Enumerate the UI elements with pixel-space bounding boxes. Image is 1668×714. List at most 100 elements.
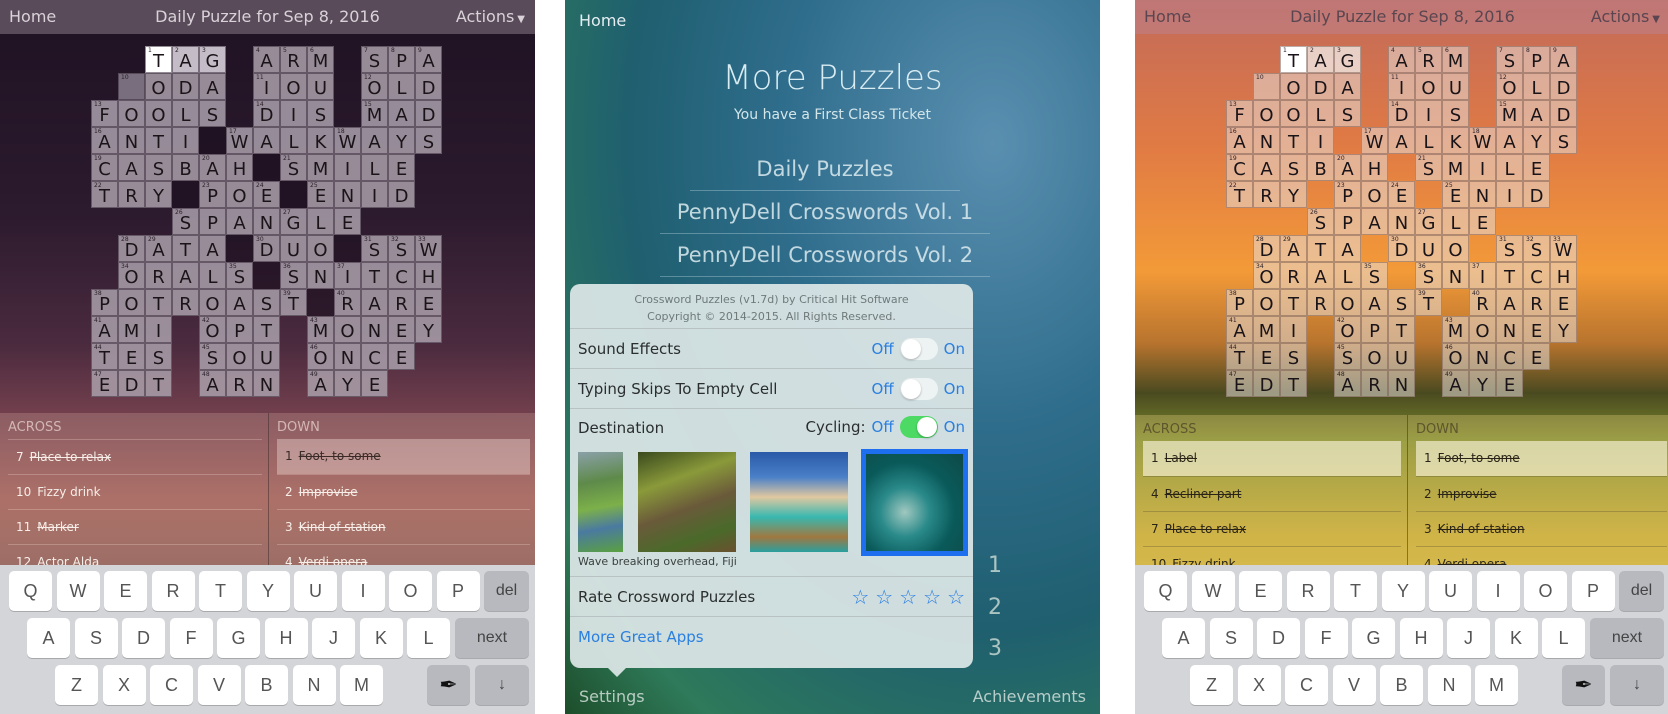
grid-cell[interactable]: 42 O — [199, 316, 226, 343]
grid-cell[interactable]: S — [1550, 127, 1577, 154]
key-d[interactable]: D — [122, 618, 165, 658]
clue-item[interactable]: 11 Marker — [8, 509, 262, 544]
grid-cell[interactable]: S — [1442, 100, 1469, 127]
grid-cell[interactable]: N — [334, 343, 361, 370]
grid-cell[interactable]: 9A — [415, 46, 442, 73]
grid-cell[interactable]: 39 T — [1415, 289, 1442, 316]
grid-cell[interactable]: H — [415, 262, 442, 289]
key-y[interactable]: Y — [1381, 571, 1425, 611]
grid-cell[interactable]: 40 R — [334, 289, 361, 316]
grid-cell[interactable]: 25 E — [1442, 181, 1469, 208]
grid-cell[interactable]: 13 F — [1226, 100, 1253, 127]
grid-cell[interactable]: 18 W — [334, 127, 361, 154]
grid-cell[interactable]: 6M — [307, 46, 334, 73]
grid-cell[interactable]: 32 S — [388, 235, 415, 262]
grid-cell[interactable]: 5R — [1415, 46, 1442, 73]
grid-cell[interactable]: 21 S — [280, 154, 307, 181]
grid-cell[interactable]: 45 S — [1334, 343, 1361, 370]
key-b[interactable]: B — [245, 665, 288, 705]
grid-cell[interactable]: Y — [1469, 370, 1496, 397]
key-o[interactable]: O — [389, 571, 432, 611]
grid-cell[interactable]: 41 A — [1226, 316, 1253, 343]
grid-cell[interactable]: I — [1307, 127, 1334, 154]
grid-cell[interactable]: A — [199, 235, 226, 262]
grid-cell[interactable]: 10 — [118, 73, 145, 100]
pen-nib-icon[interactable]: ✒ — [1562, 665, 1605, 705]
grid-cell[interactable]: 34 O — [1253, 262, 1280, 289]
grid-cell[interactable]: C — [361, 343, 388, 370]
grid-cell[interactable]: D — [415, 73, 442, 100]
grid-cell[interactable]: 8P — [388, 46, 415, 73]
star-icon[interactable]: ☆ — [875, 577, 893, 617]
grid-cell[interactable]: D — [172, 73, 199, 100]
grid-cell[interactable]: E — [361, 370, 388, 397]
key-f[interactable]: F — [1304, 618, 1348, 658]
grid-cell[interactable]: O — [280, 73, 307, 100]
grid-cell[interactable]: E — [388, 343, 415, 370]
grid-cell[interactable]: M — [1442, 154, 1469, 181]
grid-cell[interactable]: E — [1523, 343, 1550, 370]
grid-cell[interactable]: L — [361, 154, 388, 181]
key-b[interactable]: B — [1380, 665, 1423, 705]
grid-cell[interactable]: N — [1469, 181, 1496, 208]
grid-cell[interactable]: I — [361, 181, 388, 208]
destination-thumb-bridge[interactable] — [638, 452, 736, 552]
grid-cell[interactable]: N — [334, 181, 361, 208]
grid-cell[interactable]: 18 W — [1469, 127, 1496, 154]
key-x[interactable]: X — [102, 665, 146, 705]
grid-cell[interactable]: O — [1253, 289, 1280, 316]
grid-cell[interactable]: A — [1496, 289, 1523, 316]
grid-cell[interactable]: 4A — [1388, 46, 1415, 73]
grid-cell[interactable]: E — [1550, 289, 1577, 316]
key-x[interactable]: X — [1237, 665, 1281, 705]
grid-cell[interactable]: N — [1388, 208, 1415, 235]
clue-item[interactable]: 1 Foot, to some — [1416, 441, 1667, 476]
key-n[interactable]: N — [292, 665, 336, 705]
down-arrow-key[interactable]: ↓ — [1610, 665, 1664, 705]
grid-cell[interactable]: 42 O — [1334, 316, 1361, 343]
grid-cell[interactable]: L — [388, 73, 415, 100]
grid-cell[interactable]: 45 S — [199, 343, 226, 370]
grid-cell[interactable]: O — [1442, 235, 1469, 262]
key-w[interactable]: W — [1191, 571, 1235, 611]
key-w[interactable]: W — [56, 571, 100, 611]
star-icon[interactable]: ☆ — [851, 577, 869, 617]
grid-cell[interactable]: U — [280, 235, 307, 262]
key-y[interactable]: Y — [246, 571, 290, 611]
grid-cell[interactable]: 41 A — [91, 316, 118, 343]
grid-cell[interactable]: 29 A — [1280, 235, 1307, 262]
grid-cell[interactable]: S — [253, 289, 280, 316]
grid-cell[interactable]: 47 E — [1226, 370, 1253, 397]
grid-cell[interactable]: E — [1496, 370, 1523, 397]
key-n[interactable]: N — [1427, 665, 1471, 705]
grid-cell[interactable]: I — [1496, 181, 1523, 208]
key-t[interactable]: T — [199, 571, 242, 611]
destination-thumb-wave-selected[interactable] — [861, 449, 968, 556]
grid-cell[interactable]: E — [415, 289, 442, 316]
grid-cell[interactable]: 37 I — [334, 262, 361, 289]
grid-cell[interactable]: 1T — [145, 46, 172, 73]
grid-cell[interactable]: 43 M — [1442, 316, 1469, 343]
grid-cell[interactable]: A — [1253, 154, 1280, 181]
grid-cell[interactable]: A — [226, 208, 253, 235]
key-q[interactable]: Q — [1144, 571, 1187, 611]
grid-cell[interactable]: P — [1334, 208, 1361, 235]
grid-cell[interactable]: 35 S — [1361, 262, 1388, 289]
grid-cell[interactable]: 29 A — [145, 235, 172, 262]
grid-cell[interactable]: 30 D — [253, 235, 280, 262]
grid-cell[interactable]: P — [199, 208, 226, 235]
clue-item[interactable]: 10 Fizzy drink — [8, 474, 262, 509]
grid-cell[interactable]: A — [1361, 208, 1388, 235]
key-a[interactable]: A — [27, 618, 70, 658]
grid-cell[interactable]: H — [1550, 262, 1577, 289]
home-button[interactable]: Home — [579, 11, 626, 30]
grid-cell[interactable]: O — [145, 100, 172, 127]
grid-cell[interactable]: 39 T — [280, 289, 307, 316]
grid-cell[interactable]: O — [226, 343, 253, 370]
grid-cell[interactable]: A — [361, 127, 388, 154]
key-p[interactable]: P — [436, 571, 480, 611]
grid-cell[interactable]: O — [118, 100, 145, 127]
grid-cell[interactable]: E — [1469, 208, 1496, 235]
grid-cell[interactable]: R — [1307, 289, 1334, 316]
grid-cell[interactable]: D — [1550, 100, 1577, 127]
